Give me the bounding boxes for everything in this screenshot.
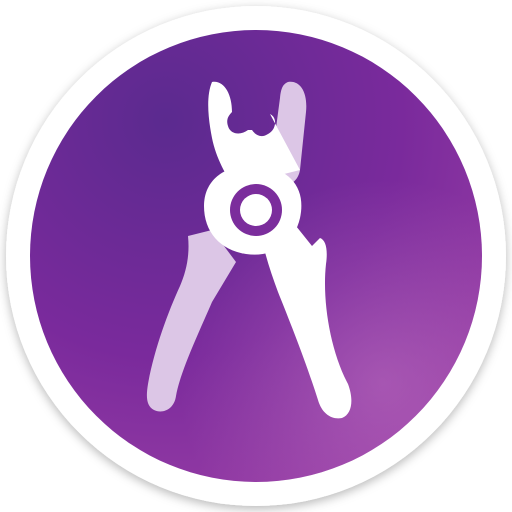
pliers-pivot-hole xyxy=(240,194,272,226)
app-icon xyxy=(0,0,512,512)
icon-disc-highlight xyxy=(30,30,482,482)
pliers-app-icon xyxy=(6,6,506,506)
